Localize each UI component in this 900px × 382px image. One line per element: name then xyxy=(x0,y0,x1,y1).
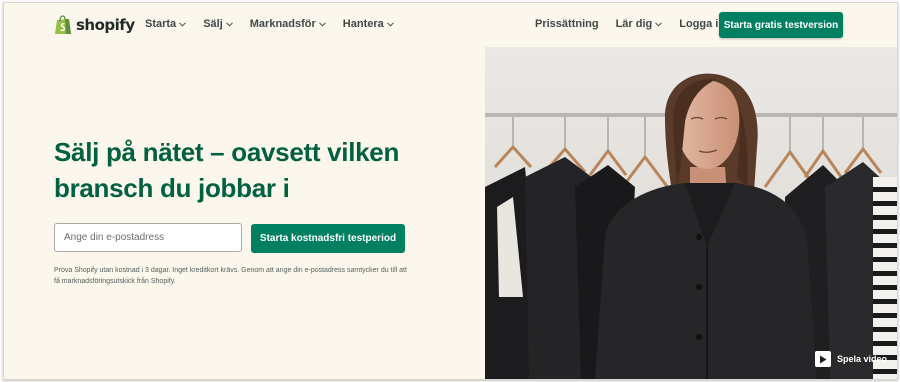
nav-starta[interactable]: Starta xyxy=(145,18,187,30)
hero-headline: Sälj på nätet – oavsett vilken bransch d… xyxy=(54,137,400,203)
chevron-down-icon xyxy=(386,21,394,27)
nav-hantera-label: Hantera xyxy=(342,18,384,30)
nav-learn-label: Lär dig xyxy=(615,18,653,30)
nav-pricing-label: Prissättning xyxy=(535,18,599,30)
play-icon xyxy=(814,351,831,367)
email-input[interactable] xyxy=(54,223,242,252)
chevron-down-icon xyxy=(225,21,233,27)
logo-wordmark: shopify xyxy=(76,16,135,34)
page: shopify Starta Sälj Marknadsför Hantera xyxy=(3,2,898,380)
nav-starta-label: Starta xyxy=(145,18,177,30)
play-video-label: Spela video xyxy=(836,354,887,364)
top-nav: shopify Starta Sälj Marknadsför Hantera xyxy=(4,3,897,47)
woman-with-clothing-rack-image xyxy=(485,47,897,379)
nav-salj-label: Sälj xyxy=(203,18,223,30)
nav-hantera[interactable]: Hantera xyxy=(343,18,394,30)
start-trial-period-button[interactable]: Starta kostnadsfri testperiod xyxy=(251,224,405,253)
trial-disclaimer: Prova Shopify utan kostnad i 3 dagar. In… xyxy=(54,267,407,285)
hero-photo: Spela video xyxy=(485,47,897,379)
nav-marknadsfor-label: Marknadsför xyxy=(249,18,316,30)
shopify-bag-icon xyxy=(55,15,71,34)
shopify-logo[interactable]: shopify xyxy=(54,14,135,36)
nav-marknadsfor[interactable]: Marknadsför xyxy=(250,18,326,30)
nav-pricing[interactable]: Prissättning xyxy=(535,18,599,30)
play-video-button[interactable]: Spela video xyxy=(814,351,887,367)
start-free-trial-button[interactable]: Starta gratis testversion xyxy=(719,12,843,38)
secondary-nav: Prissättning Lär dig Logga in xyxy=(535,18,725,30)
nav-learn[interactable]: Lär dig xyxy=(616,18,663,30)
primary-nav: Starta Sälj Marknadsför Hantera xyxy=(145,18,394,30)
chevron-down-icon xyxy=(179,21,187,27)
chevron-down-icon xyxy=(655,21,663,27)
chevron-down-icon xyxy=(318,21,326,27)
nav-salj[interactable]: Sälj xyxy=(203,18,233,30)
